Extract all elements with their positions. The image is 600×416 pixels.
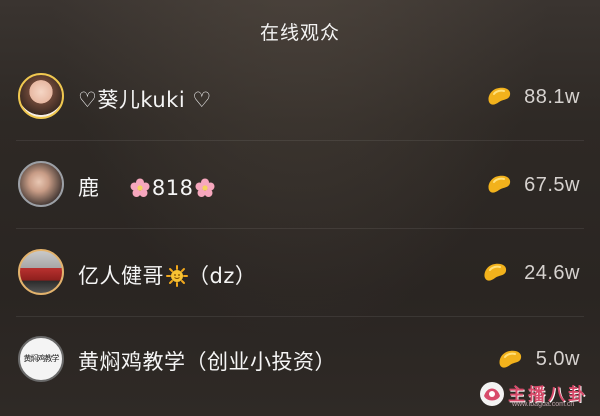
avatar[interactable]: 黄焖鸡教学: [18, 336, 64, 382]
viewer-row[interactable]: 亿人健哥 （dz） 24.6w: [0, 228, 600, 318]
viewer-name-text: 818: [151, 176, 194, 200]
avatar-text: 黄焖鸡教学: [23, 354, 60, 363]
viewer-amount: 5.0w: [535, 348, 580, 370]
heart-glyph: ♡: [78, 88, 98, 112]
panel-title: 在线观众: [259, 22, 340, 44]
viewer-amount: 24.6w: [524, 262, 580, 284]
coin-icon: [488, 175, 511, 193]
sun-icon: [166, 265, 188, 287]
viewer-row[interactable]: 鹿 818 67.5w: [0, 140, 600, 230]
cherry-blossom-icon: [195, 178, 215, 197]
viewer-name-text: 葵儿kuki: [97, 88, 186, 112]
avatar[interactable]: [18, 249, 64, 295]
viewer-name-prefix: 鹿: [78, 176, 100, 200]
cherry-blossom-icon: [130, 178, 150, 197]
viewer-name: 亿人健哥 （dz）: [78, 260, 256, 290]
online-audience-panel: 在线观众 ♡葵儿kuki ♡ 88.1w 鹿 818 67.5w 亿人健哥 （d…: [0, 0, 600, 416]
viewer-name: 鹿 818: [78, 172, 217, 202]
avatar[interactable]: [18, 161, 64, 207]
viewer-name: ♡葵儿kuki ♡: [78, 84, 212, 114]
viewer-name: 黄焖鸡教学（创业小投资）: [78, 346, 336, 376]
coin-icon: [499, 350, 522, 368]
watermark-url: www.ibagua.com.cn: [512, 401, 575, 408]
viewer-name-suffix: （dz）: [188, 264, 257, 288]
heart-glyph: ♡: [185, 88, 212, 112]
watermark: 主播八卦 www.ibagua.com.cn: [478, 380, 590, 410]
avatar[interactable]: [18, 73, 64, 119]
viewer-row[interactable]: ♡葵儿kuki ♡ 88.1w: [0, 52, 600, 142]
coin-icon: [488, 87, 511, 105]
viewer-name-text: 黄焖鸡教学（创业小投资）: [78, 350, 336, 374]
coin-icon: [484, 263, 507, 281]
viewer-amount: 67.5w: [524, 174, 580, 196]
watermark-logo-icon: [480, 382, 504, 406]
viewer-amount: 88.1w: [524, 86, 580, 108]
viewer-name-text: 亿人健哥: [78, 264, 164, 288]
